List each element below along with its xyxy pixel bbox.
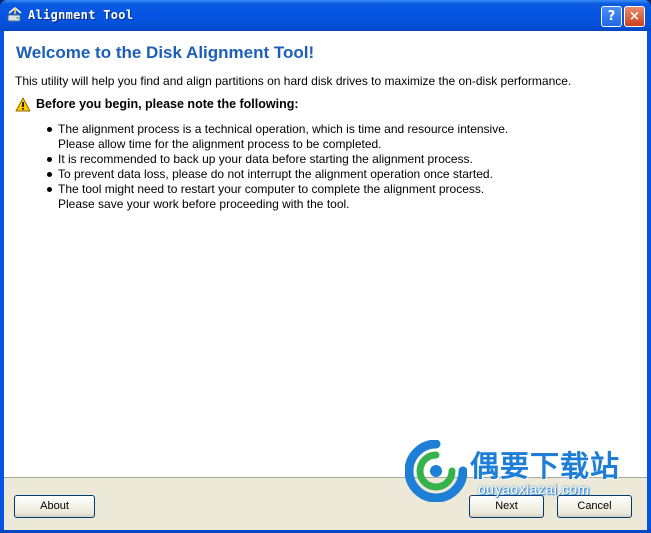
watermark-url: ouyaoxiazai.com <box>478 481 590 497</box>
close-button[interactable]: × <box>624 6 645 27</box>
warning-icon <box>15 97 31 112</box>
intro-text: This utility will help you find and alig… <box>15 74 572 88</box>
list-item: To prevent data loss, please do not inte… <box>44 167 604 182</box>
list-item-line: The alignment process is a technical ope… <box>58 122 509 136</box>
disk-alignment-icon <box>7 6 22 22</box>
list-item-line: It is recommended to back up your data b… <box>58 152 473 166</box>
welcome-heading: Welcome to the Disk Alignment Tool! <box>16 43 315 62</box>
next-button[interactable]: Next <box>469 495 544 518</box>
list-item: The tool might need to restart your comp… <box>44 182 604 212</box>
help-button[interactable]: ? <box>601 6 622 27</box>
note-heading: Before you begin, please note the follow… <box>36 97 299 111</box>
about-button[interactable]: About <box>14 495 95 518</box>
list-item: The alignment process is a technical ope… <box>44 122 604 152</box>
list-item-line: Please save your work before proceeding … <box>58 197 350 211</box>
title-bar[interactable]: Alignment Tool ? × <box>0 0 651 31</box>
list-item: It is recommended to back up your data b… <box>44 152 604 167</box>
list-item-line: Please allow time for the alignment proc… <box>58 137 382 151</box>
cancel-button[interactable]: Cancel <box>557 495 632 518</box>
window-title: Alignment Tool <box>28 8 134 22</box>
notes-list: The alignment process is a technical ope… <box>44 122 604 212</box>
list-item-line: To prevent data loss, please do not inte… <box>58 167 493 181</box>
watermark-text: 偶要下载站 <box>470 449 621 483</box>
list-item-line: The tool might need to restart your comp… <box>58 182 485 196</box>
window-frame-right <box>647 31 651 533</box>
alignment-tool-window: Alignment Tool ? × Welcome to the Disk A… <box>0 0 651 533</box>
watermark-logo-icon <box>405 440 467 502</box>
